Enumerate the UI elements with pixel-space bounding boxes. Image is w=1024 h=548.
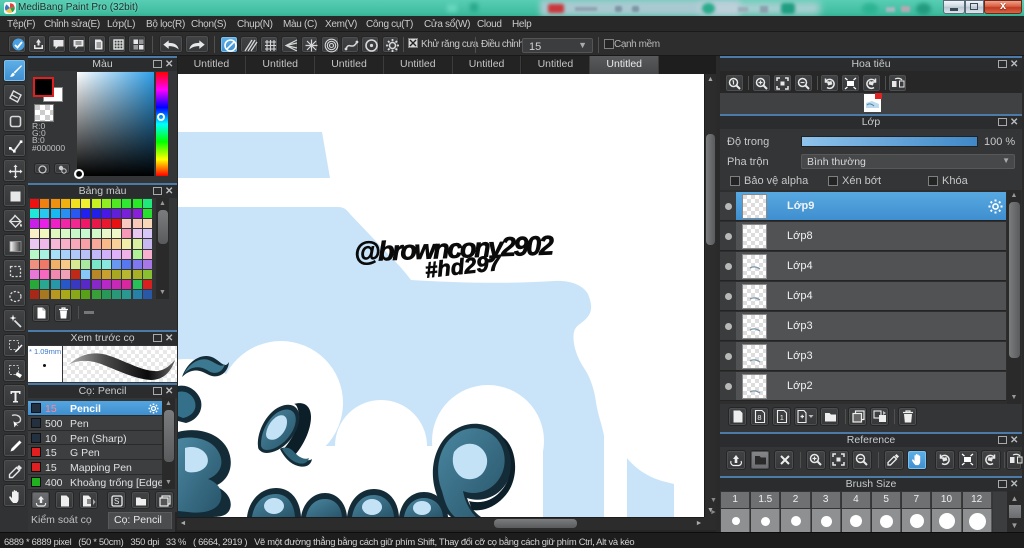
svg-text:S: S <box>114 497 119 506</box>
svg-text:1: 1 <box>780 413 784 422</box>
svg-text:8: 8 <box>757 413 761 422</box>
